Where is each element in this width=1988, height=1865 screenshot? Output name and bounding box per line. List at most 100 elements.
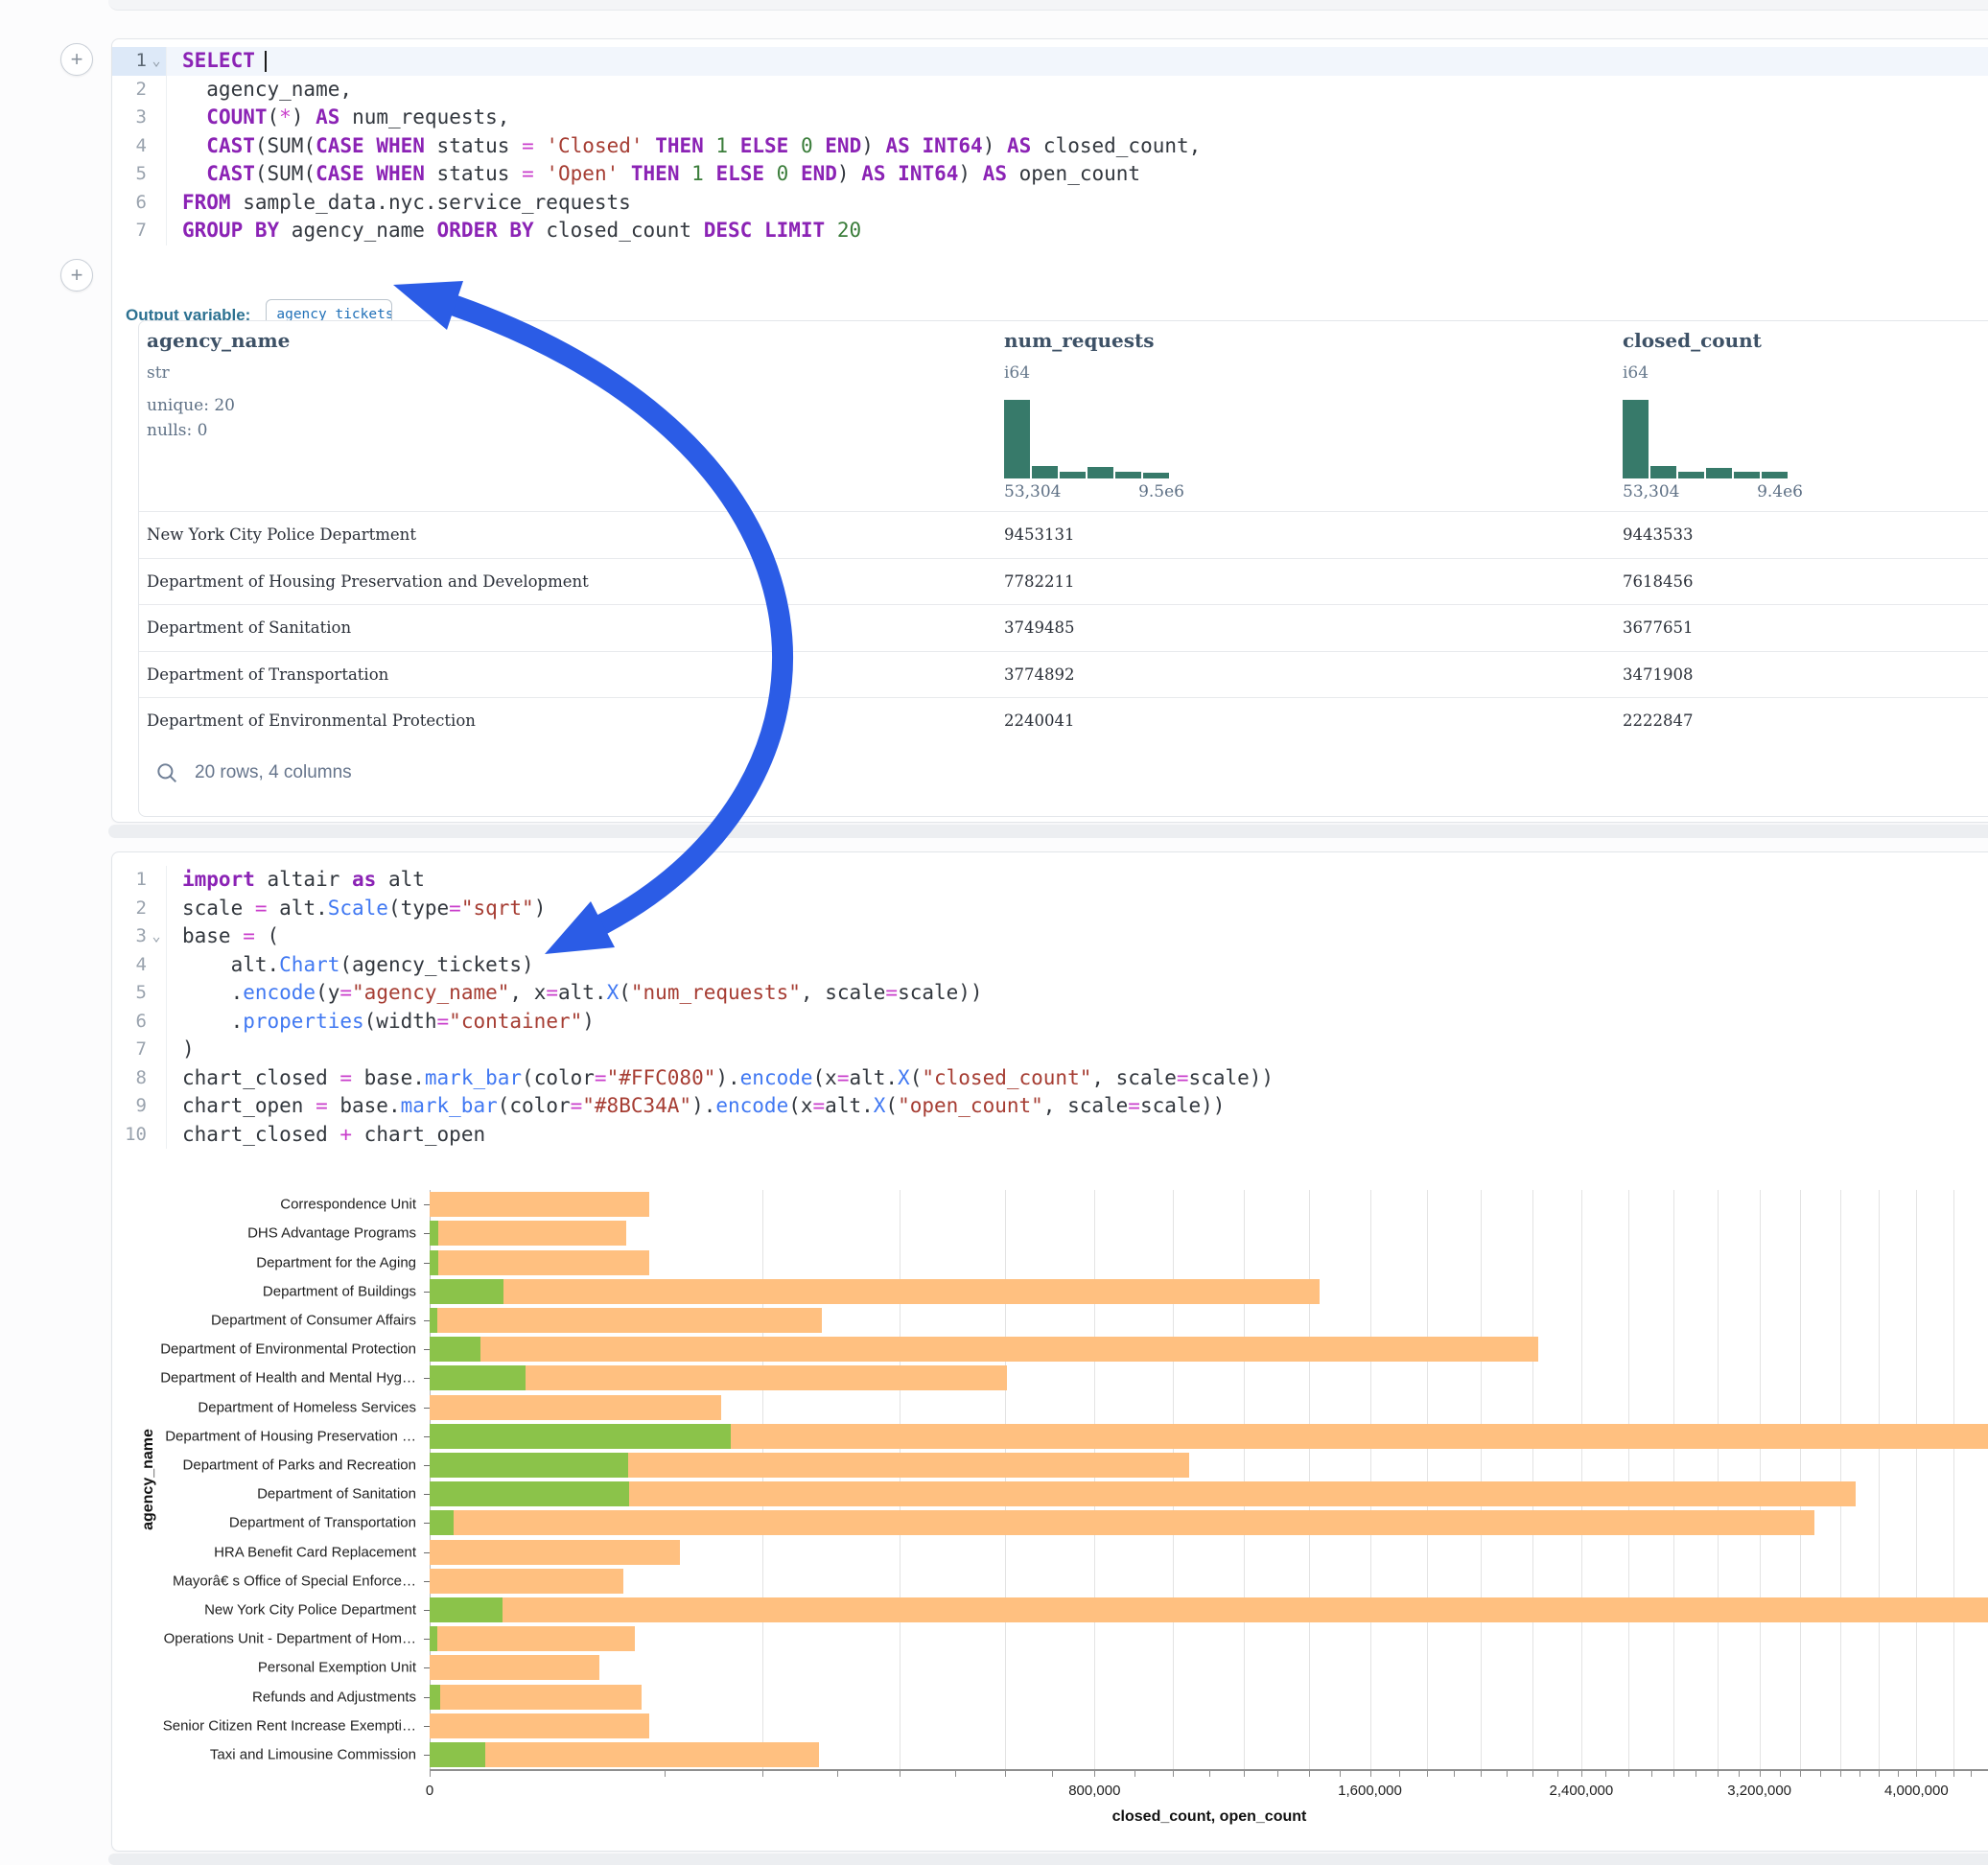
code-line[interactable]: 3 COUNT(*) AS num_requests, (112, 104, 1988, 132)
line-number: 5 (136, 979, 147, 1008)
x-axis-label: 4,000,000 (1884, 1783, 1949, 1799)
x-tick (1651, 1771, 1652, 1777)
code-line[interactable]: 10chart_closed + chart_open (112, 1121, 1988, 1150)
closed-count-bar (430, 1481, 1856, 1506)
code-line[interactable]: 2scale = alt.Scale(type="sqrt") (112, 895, 1988, 923)
code-line[interactable]: 2 agency_name, (112, 76, 1988, 105)
histogram-bar (1088, 467, 1113, 478)
gridline (1879, 1190, 1880, 1769)
code-line[interactable]: 8chart_closed = base.mark_bar(color="#FF… (112, 1064, 1988, 1093)
closed-count-bar (430, 1250, 649, 1275)
x-axis-label: 800,000 (1068, 1783, 1120, 1799)
closed-count-bar (430, 1395, 721, 1420)
code-line[interactable]: 1⌄SELECT (112, 47, 1988, 76)
histogram-bar (1678, 472, 1704, 478)
gridline (1628, 1190, 1629, 1769)
table-cell: Department of Environmental Protection (147, 698, 476, 745)
x-tick (1718, 1771, 1719, 1777)
add-cell-button[interactable]: + (60, 43, 93, 76)
fold-caret-icon[interactable]: ⌄ (147, 47, 166, 76)
fold-caret-icon[interactable]: ⌄ (147, 922, 166, 951)
column-stat: nulls: 0 (147, 421, 207, 440)
column-name: agency_name (147, 329, 290, 352)
x-tick (1532, 1771, 1533, 1777)
closed-count-bar (430, 1742, 819, 1767)
x-tick (1427, 1771, 1428, 1777)
closed-count-bar (430, 1655, 599, 1680)
cell-divider (108, 1853, 1988, 1865)
x-tick (665, 1771, 666, 1777)
histogram-range: 53,3049.4e6 (1623, 482, 1803, 501)
x-tick (1780, 1771, 1781, 1777)
code-line[interactable]: 7) (112, 1036, 1988, 1064)
gridline (1532, 1190, 1533, 1769)
table-cell: Department of Sanitation (147, 605, 351, 652)
x-tick (1859, 1771, 1860, 1777)
code-line[interactable]: 6FROM sample_data.nyc.service_requests (112, 189, 1988, 218)
open-count-bar (430, 1685, 440, 1710)
open-count-bar (430, 1337, 480, 1362)
code-line[interactable]: 1import altair as alt (112, 866, 1988, 895)
histogram-bar (1762, 472, 1788, 478)
y-axis-label: Department of Transportation (112, 1515, 416, 1531)
closed-count-bar (430, 1337, 1538, 1362)
y-axis-title: agency_name (140, 1429, 157, 1530)
x-tick (1454, 1771, 1455, 1777)
x-tick (1916, 1771, 1917, 1777)
y-tick (424, 1349, 430, 1350)
x-tick (1953, 1771, 1954, 1777)
add-cell-button[interactable]: + (60, 259, 93, 291)
table-row[interactable]: Department of Environmental Protection 22… (139, 697, 1988, 745)
python-editor[interactable]: 1import altair as alt2scale = alt.Scale(… (112, 866, 1988, 1149)
x-tick (1898, 1771, 1899, 1777)
table-cell: 3677651 (1623, 605, 1694, 652)
x-axis-label: 3,200,000 (1727, 1783, 1791, 1799)
y-axis-label: Department of Sanitation (112, 1486, 416, 1503)
table-row[interactable]: New York City Police Department945313194… (139, 511, 1988, 559)
code-line[interactable]: 3⌄base = ( (112, 922, 1988, 951)
table-cell: Department of Transportation (147, 652, 388, 699)
x-tick (1879, 1771, 1880, 1777)
y-axis-label: Department of Parks and Recreation (112, 1457, 416, 1473)
closed-count-bar (430, 1597, 1988, 1622)
line-number: 7 (136, 217, 147, 245)
y-tick (424, 1233, 430, 1234)
altair-bar-chart: Correspondence UnitDHS Advantage Program… (112, 1176, 1988, 1837)
text-cursor (265, 51, 267, 72)
x-tick (762, 1771, 763, 1777)
x-tick (1244, 1771, 1245, 1777)
code-line[interactable]: 7GROUP BY agency_name ORDER BY closed_co… (112, 217, 1988, 245)
code-line[interactable]: 5 CAST(SUM(CASE WHEN status = 'Open' THE… (112, 160, 1988, 189)
dataframe-preview: agency_namestrunique: 20nulls: 0num_requ… (138, 320, 1988, 817)
table-cell: 2222847 (1623, 698, 1694, 745)
table-row[interactable]: Department of Housing Preservation and D… (139, 558, 1988, 606)
table-cell: 2240041 (1004, 698, 1075, 745)
code-line[interactable]: 5 .encode(y="agency_name", x=alt.X("num_… (112, 979, 1988, 1008)
table-row[interactable]: Department of Transportation377489234719… (139, 651, 1988, 699)
column-type: i64 (1623, 363, 1649, 383)
sql-editor[interactable]: 1⌄SELECT2 agency_name,3 COUNT(*) AS num_… (112, 47, 1988, 245)
code-line[interactable]: 6 .properties(width="container") (112, 1008, 1988, 1037)
code-line[interactable]: 4 alt.Chart(agency_tickets) (112, 951, 1988, 980)
table-row[interactable]: Department of Sanitation37494853677651 (139, 604, 1988, 652)
code-line[interactable]: 4 CAST(SUM(CASE WHEN status = 'Closed' T… (112, 132, 1988, 161)
open-count-bar (430, 1279, 503, 1304)
x-tick (837, 1771, 838, 1777)
code-line[interactable]: 9chart_open = base.mark_bar(color="#8BC3… (112, 1092, 1988, 1121)
x-tick (1840, 1771, 1841, 1777)
gridline (1427, 1190, 1428, 1769)
line-number: 8 (136, 1064, 147, 1093)
y-axis-label: Department of Consumer Affairs (112, 1312, 416, 1328)
y-axis-label: Senior Citizen Rent Increase Exempti… (112, 1717, 416, 1734)
x-axis-label: 0 (426, 1783, 433, 1799)
column-histogram (1004, 400, 1175, 478)
gridline (1953, 1190, 1954, 1769)
search-icon[interactable] (154, 760, 179, 789)
y-tick (424, 1523, 430, 1524)
table-cell: New York City Police Department (147, 512, 416, 559)
table-cell: 3774892 (1004, 652, 1075, 699)
open-count-bar (430, 1481, 629, 1506)
y-axis-label: New York City Police Department (112, 1601, 416, 1618)
y-axis-label: Department of Housing Preservation … (112, 1428, 416, 1444)
sql-cell-card: 1⌄SELECT2 agency_name,3 COUNT(*) AS num_… (111, 38, 1988, 823)
